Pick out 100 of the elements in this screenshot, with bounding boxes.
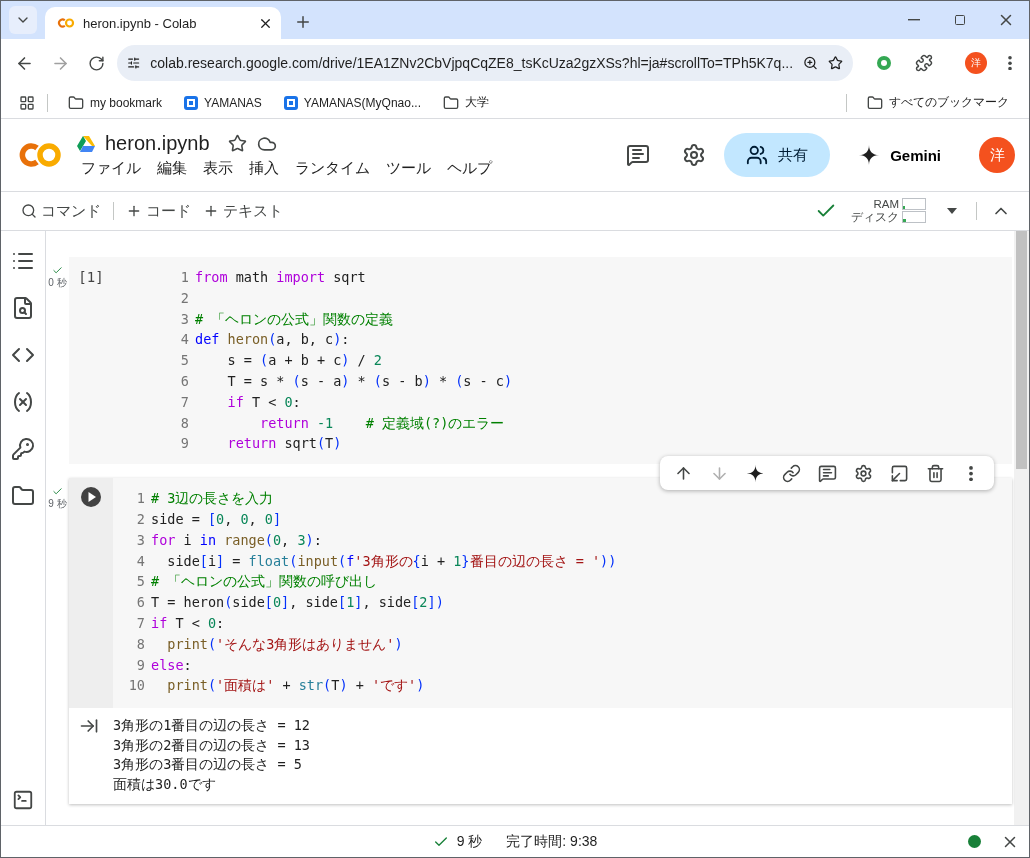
bookmark-link[interactable]: YAMANAS(MyQnao... xyxy=(275,91,429,114)
menu-item[interactable]: ファイル xyxy=(75,159,147,178)
output-line: 3角形の2番目の辺の長さ = 13 xyxy=(113,735,310,755)
execution-count: [1] xyxy=(78,269,104,287)
trash-icon xyxy=(925,463,945,483)
line-number: 8 xyxy=(135,634,146,654)
menu-item[interactable]: 挿入 xyxy=(243,159,285,178)
colab-logo xyxy=(57,17,75,29)
run-time: 9 秒 xyxy=(48,497,67,512)
menu-item[interactable]: 表示 xyxy=(197,159,239,178)
code-line: from math import sqrt xyxy=(195,268,366,287)
apps-icon[interactable] xyxy=(19,94,35,111)
square-arrow-icon xyxy=(889,463,909,483)
maximize-icon xyxy=(954,14,966,26)
puzzle-icon xyxy=(915,54,933,72)
folder-icon xyxy=(442,94,459,111)
bookmark-link[interactable]: YAMANAS xyxy=(176,91,270,114)
star-icon[interactable] xyxy=(227,134,247,153)
code-line: # 3辺の長さを入力 xyxy=(151,489,274,509)
code-line: if T < 0: xyxy=(226,392,301,412)
line-number: 2 xyxy=(179,288,190,308)
files-icon[interactable] xyxy=(11,484,35,508)
line-number: 10 xyxy=(127,676,146,696)
reload-icon xyxy=(87,54,105,72)
output-line: 面積は30.0です xyxy=(113,774,217,794)
line-number: 7 xyxy=(179,392,190,412)
url-text: colab.research.google.com/drive/1EA1ZNv2CbVjpqCqZE8_tsKcUza2gzXSs?hl=ja#scrollTo=TPh5K7q... xyxy=(150,55,794,71)
browser-tab[interactable]: heron.ipynb - Colab xyxy=(45,7,281,39)
key-icon[interactable] xyxy=(11,437,35,461)
line-number: 3 xyxy=(179,309,190,329)
settings-icon[interactable] xyxy=(682,143,707,167)
colab-logo[interactable] xyxy=(17,141,63,169)
line-number: 4 xyxy=(179,330,190,350)
add-text-button[interactable]: テキスト xyxy=(197,201,289,221)
comment-icon[interactable] xyxy=(626,143,651,167)
line-number: 4 xyxy=(135,551,146,571)
plus-icon xyxy=(126,203,142,219)
line-number: 5 xyxy=(179,351,190,371)
line-number: 1 xyxy=(135,489,146,509)
drive-icon xyxy=(77,135,95,152)
plus-icon xyxy=(203,203,219,219)
people-icon xyxy=(746,144,769,166)
code-line: def heron(a, b, c): xyxy=(195,330,350,350)
output-line: 3角形の3番目の辺の長さ = 5 xyxy=(113,755,303,775)
code-line: if T < 0: xyxy=(151,613,225,633)
extension-icon xyxy=(876,55,892,71)
code-cell[interactable] xyxy=(69,478,1012,805)
plus-icon xyxy=(294,13,312,31)
address-bar[interactable]: colab.research.google.com/drive/1EA1ZNv2CbVjpqCqZE8_tsKcUza2gzXSs?hl=ja#scrollTo=TPh5K7q... xyxy=(117,45,853,81)
line-number: 2 xyxy=(135,509,146,529)
terminal-icon[interactable] xyxy=(12,789,34,811)
bookmark-link[interactable]: 大学 xyxy=(434,90,497,115)
line-number: 6 xyxy=(135,593,146,613)
more-icon xyxy=(1008,55,1012,71)
variables-icon[interactable] xyxy=(11,390,35,414)
line-number: 7 xyxy=(135,613,146,633)
caret-icon xyxy=(946,207,958,215)
line-number: 9 xyxy=(179,434,190,454)
scrollbar[interactable] xyxy=(1014,231,1029,825)
link-icon xyxy=(781,463,801,483)
menu-item[interactable]: ヘルプ xyxy=(441,159,498,178)
meter-label: RAM xyxy=(872,197,899,210)
settings-icon xyxy=(853,463,873,483)
code-line: else: xyxy=(151,655,192,675)
minimize-icon xyxy=(908,19,920,21)
notebook-title[interactable]: heron.ipynb xyxy=(105,132,210,155)
code-line: T = heron(side[0], side[1], side[2]) xyxy=(151,593,444,613)
line-number: 8 xyxy=(179,413,190,433)
code-line: # 「ヘロンの公式」関数の定義 xyxy=(195,309,394,329)
code-line: print('そんな3角形はありません') xyxy=(166,634,403,654)
menu-item[interactable]: ランタイム xyxy=(289,159,376,178)
share-button[interactable]: 共有 xyxy=(724,133,831,177)
tab-title: heron.ipynb - Colab xyxy=(83,15,198,31)
menu-item[interactable]: 編集 xyxy=(151,159,193,178)
completion-time: 完了時間: 9:38 xyxy=(506,832,598,851)
sparkle-icon xyxy=(745,463,765,483)
usage-meter[interactable] xyxy=(902,211,926,223)
bookmark-link[interactable]: my bookmark xyxy=(60,90,171,115)
code-cell[interactable]: [1] 1 from math import sqrt 2 3 # 「ヘロンの公式」関数の定義 4 def heron(a, b, c): 5 s = (a + b + c) / 2 6 T = s * (s - a) * (s - b) * (s - c) 7 if T < 0: 8 return -1 # 定義域(?)のエラー 9 return sqrt(T) xyxy=(69,257,1012,465)
line-number: 9 xyxy=(135,655,146,675)
zoom-icon[interactable] xyxy=(803,54,819,72)
line-number: 5 xyxy=(135,572,146,592)
code-line: return sqrt(T) xyxy=(226,434,342,454)
folder-icon xyxy=(867,94,883,111)
command-button[interactable]: コマンド xyxy=(15,201,107,221)
add-code-button[interactable]: コード xyxy=(120,201,197,221)
find-icon[interactable] xyxy=(11,296,35,320)
code-line: # 「ヘロンの公式」関数の呼び出し xyxy=(151,572,378,592)
code-line: T = s * (s - a) * (s - b) * (s - c) xyxy=(226,372,513,391)
bookmark-star-icon[interactable] xyxy=(828,54,843,72)
all-bookmarks-link[interactable]: すべてのブックマーク xyxy=(859,90,1017,115)
code-line: print('面積は' + str(T) + 'です') xyxy=(166,676,425,696)
run-button[interactable] xyxy=(80,486,102,509)
site-settings-icon[interactable] xyxy=(127,55,141,71)
run-time: 0 秒 xyxy=(48,276,67,290)
gemini-button[interactable]: Gemini xyxy=(848,144,961,166)
site-icon xyxy=(184,95,199,110)
folder-icon xyxy=(68,94,84,111)
menu-item[interactable]: ツール xyxy=(380,159,437,178)
output-line: 3角形の1番目の辺の長さ = 12 xyxy=(113,716,310,736)
